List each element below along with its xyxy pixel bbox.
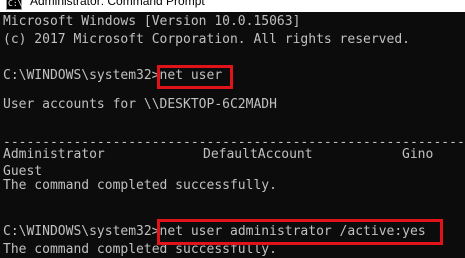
success-message: The command completed successfully. <box>3 178 277 193</box>
highlight-box-net-user <box>157 65 233 89</box>
command-prompt-window: C:\ Administrator: Command Prompt Micros… <box>0 0 465 258</box>
prompt: C:\WINDOWS\system32> <box>3 224 160 239</box>
console-output[interactable]: Microsoft Windows [Version 10.0.15063] (… <box>0 12 465 258</box>
account-administrator: Administrator <box>3 147 105 162</box>
window-title: Administrator: Command Prompt <box>30 0 205 8</box>
title-bar[interactable]: C:\ Administrator: Command Prompt <box>0 0 465 12</box>
accounts-header: User accounts for \\DESKTOP-6C2MADH <box>3 97 277 112</box>
copyright-line: (c) 2017 Microsoft Corporation. All righ… <box>3 32 410 47</box>
version-line: Microsoft Windows [Version 10.0.15063] <box>3 14 301 29</box>
account-gino: Gino <box>402 147 434 162</box>
account-defaultaccount: DefaultAccount <box>203 147 313 162</box>
highlight-box-active-yes <box>157 219 443 245</box>
cmd-icon: C:\ <box>6 0 23 10</box>
prompt: C:\WINDOWS\system32> <box>3 68 160 83</box>
